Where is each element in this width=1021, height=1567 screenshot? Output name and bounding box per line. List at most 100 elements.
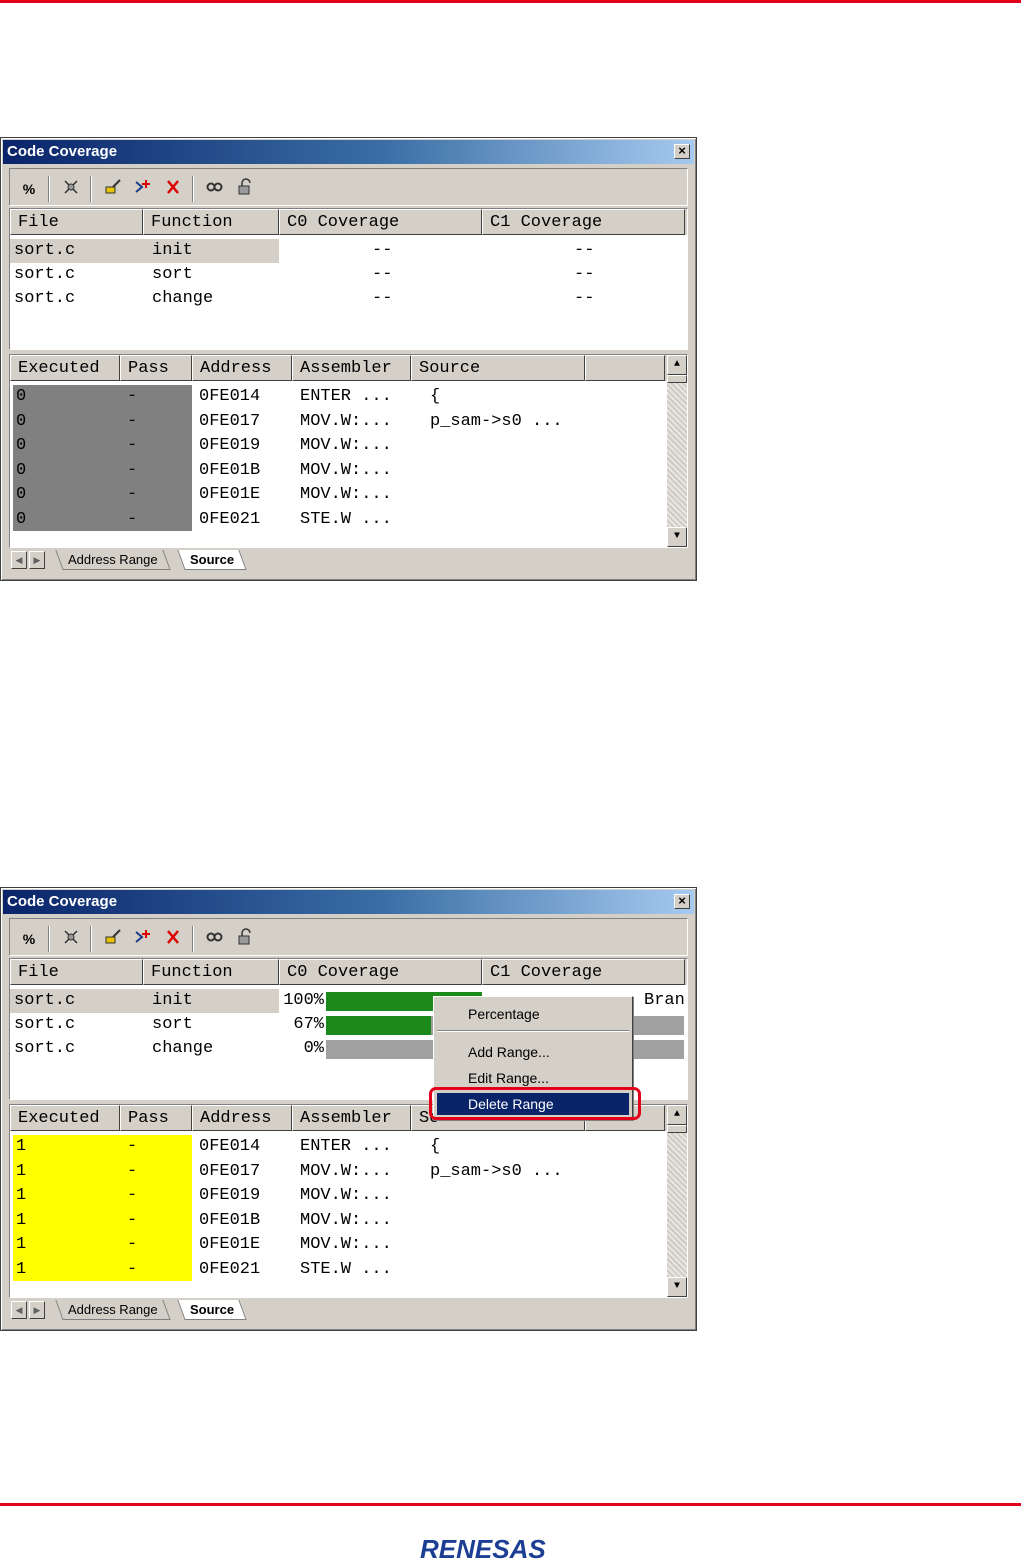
column-header-assembler[interactable]: Assembler [292, 1105, 411, 1131]
toolbar: % [9, 168, 688, 206]
add-range-icon[interactable] [130, 928, 156, 950]
c1-cell: -- [574, 289, 595, 308]
menu-separator [437, 1030, 629, 1032]
c1-bar-row-3 [630, 1040, 684, 1059]
executed-cell: 1 [16, 1235, 27, 1254]
file-cell: sort.c [14, 1039, 76, 1058]
pass-cell: - [127, 387, 138, 406]
file-cell: sort.c [14, 1015, 76, 1034]
tab-source[interactable]: Source [177, 1300, 247, 1320]
function-header-row: File Function C0 Coverage C1 Coverage [10, 959, 687, 985]
function-cell: change [152, 289, 214, 308]
executed-cell: 1 [16, 1259, 27, 1279]
c1-bar-row-2 [630, 1016, 684, 1035]
pass-cell: - [127, 1235, 138, 1254]
column-header-function[interactable]: Function [143, 209, 279, 235]
assembler-cell: ENTER ... [300, 387, 392, 406]
code-coverage-window-1: Code Coverage × % File Function C0 Cover… [0, 137, 697, 581]
tab-strip: ◀ ▶ Address Range Source [9, 1298, 688, 1322]
scroll-thumb[interactable] [667, 375, 687, 383]
tab-label: Source [190, 1302, 235, 1317]
menu-item-edit-range[interactable]: Edit Range... [437, 1067, 629, 1089]
add-range-icon[interactable] [130, 178, 156, 200]
delete-range-icon[interactable] [160, 928, 186, 950]
column-header-c0-coverage[interactable]: C0 Coverage [279, 209, 482, 235]
find-icon[interactable] [202, 178, 228, 200]
column-header-c0-coverage[interactable]: C0 Coverage [279, 959, 482, 985]
settings-icon[interactable] [58, 928, 84, 950]
pass-cell: - [127, 509, 138, 529]
toolbar: % [9, 918, 688, 956]
c1-cell: -- [574, 265, 595, 284]
column-header-pass[interactable]: Pass [120, 1105, 192, 1131]
tab-label: Address Range [68, 552, 158, 567]
file-cell: sort.c [14, 265, 76, 284]
menu-item-add-range[interactable]: Add Range... [437, 1041, 629, 1063]
assembler-cell: MOV.W:... [300, 1235, 392, 1254]
column-header-c1-coverage[interactable]: C1 Coverage [482, 959, 685, 985]
column-header-function[interactable]: Function [143, 959, 279, 985]
file-cell: sort.c [14, 991, 76, 1010]
column-header-empty [585, 355, 665, 381]
menu-item-percentage[interactable]: Percentage [437, 1003, 629, 1025]
close-icon[interactable]: × [674, 144, 690, 159]
refresh-icon[interactable] [232, 928, 258, 950]
source-cell: p_sam->s0 ... [430, 1161, 563, 1181]
tab-address-range[interactable]: Address Range [55, 550, 171, 570]
address-cell: 0FE01E [199, 1235, 261, 1254]
tab-strip: ◀ ▶ Address Range Source [9, 548, 688, 572]
column-header-pass[interactable]: Pass [120, 355, 192, 381]
function-coverage-pane: File Function C0 Coverage C1 Coverage so… [9, 208, 688, 350]
assembler-cell: STE.W ... [300, 1259, 392, 1279]
column-header-executed[interactable]: Executed [10, 355, 120, 381]
column-header-address[interactable]: Address [192, 355, 292, 381]
scroll-thumb[interactable] [667, 1125, 687, 1133]
toolbar-separator [48, 176, 50, 202]
address-cell: 0FE019 [199, 1186, 261, 1205]
address-cell: 0FE017 [199, 411, 261, 431]
scroll-up-icon[interactable]: ▲ [667, 1105, 687, 1125]
delete-range-icon[interactable] [160, 178, 186, 200]
percentage-button[interactable]: % [16, 178, 42, 200]
function-header-row: File Function C0 Coverage C1 Coverage [10, 209, 687, 235]
executed-cell: 1 [16, 1210, 27, 1230]
top-red-rule [0, 0, 1021, 3]
settings-icon[interactable] [58, 178, 84, 200]
tab-scroll-right-icon[interactable]: ▶ [29, 551, 45, 569]
function-cell: sort [152, 265, 193, 284]
toolbar-separator [90, 176, 92, 202]
find-icon[interactable] [202, 928, 228, 950]
column-header-source[interactable]: Source [411, 355, 585, 381]
brush-icon[interactable] [100, 928, 126, 950]
toolbar-separator [192, 176, 194, 202]
tab-scroll-left-icon[interactable]: ◀ [11, 551, 27, 569]
vertical-scrollbar[interactable]: ▲ ▼ [667, 355, 687, 547]
window-title-bar[interactable]: Code Coverage × [3, 140, 694, 164]
brush-icon[interactable] [100, 178, 126, 200]
percentage-button[interactable]: % [16, 928, 42, 950]
tab-scroll-left-icon[interactable]: ◀ [11, 1301, 27, 1319]
source-cell: { [430, 387, 441, 406]
refresh-icon[interactable] [232, 178, 258, 200]
tab-source[interactable]: Source [177, 550, 247, 570]
column-header-assembler[interactable]: Assembler [292, 355, 411, 381]
column-header-address[interactable]: Address [192, 1105, 292, 1131]
address-cell: 0FE019 [199, 436, 261, 455]
assembler-cell: MOV.W:... [300, 411, 392, 431]
function-cell: init [152, 241, 193, 260]
scroll-down-icon[interactable]: ▼ [667, 527, 687, 547]
close-icon[interactable]: × [674, 894, 690, 909]
column-header-file[interactable]: File [10, 959, 143, 985]
c0-percent-text: 100% [283, 991, 324, 1010]
column-header-file[interactable]: File [10, 209, 143, 235]
tab-scroll-right-icon[interactable]: ▶ [29, 1301, 45, 1319]
column-header-executed[interactable]: Executed [10, 1105, 120, 1131]
scroll-down-icon[interactable]: ▼ [667, 1277, 687, 1297]
scroll-up-icon[interactable]: ▲ [667, 355, 687, 375]
bottom-red-rule [0, 1503, 1021, 1506]
column-header-c1-coverage[interactable]: C1 Coverage [482, 209, 685, 235]
window-title-bar[interactable]: Code Coverage × [3, 890, 694, 914]
executed-column-shade [13, 385, 192, 531]
vertical-scrollbar[interactable]: ▲ ▼ [667, 1105, 687, 1297]
tab-address-range[interactable]: Address Range [55, 1300, 171, 1320]
